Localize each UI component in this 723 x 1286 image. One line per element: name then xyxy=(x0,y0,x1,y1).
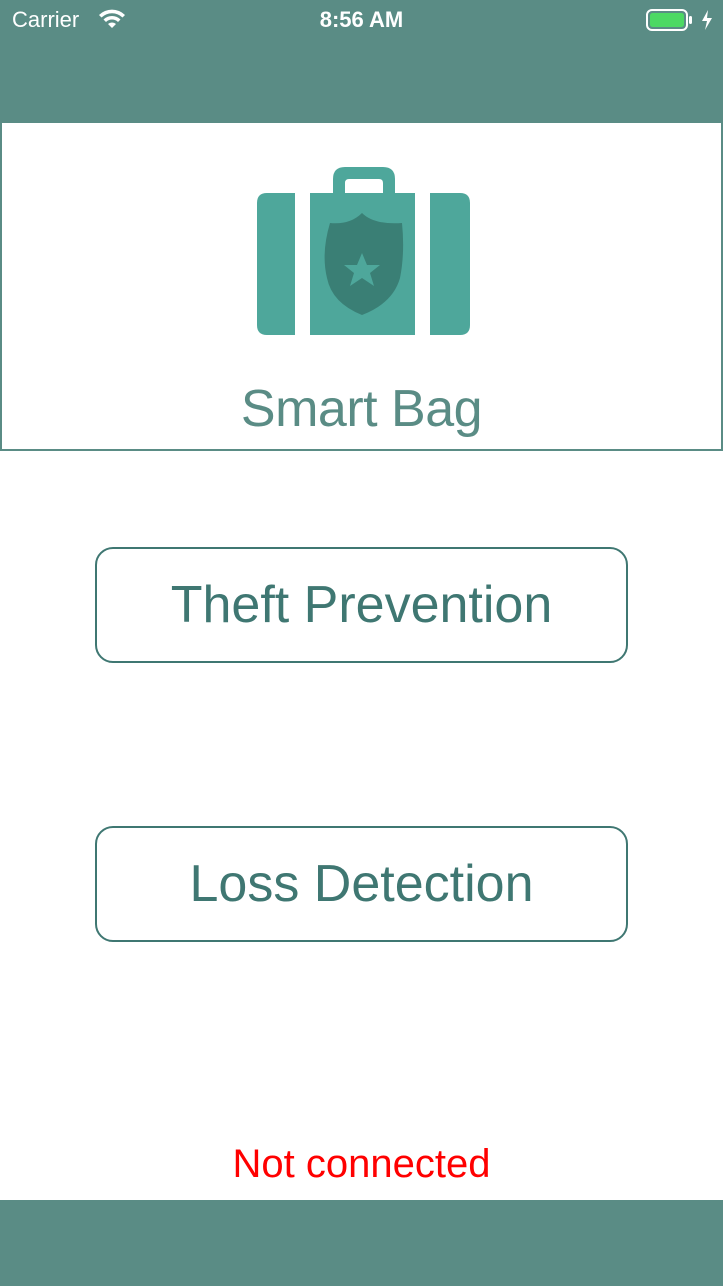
clock: 8:56 AM xyxy=(319,7,404,32)
app-title: Smart Bag xyxy=(240,380,483,438)
header-card: Smart Bag xyxy=(0,123,723,451)
loss-detection-button[interactable]: Loss Detection xyxy=(95,826,628,942)
screen: Carrier 8:56 AM Smart Bag Theft Preventi… xyxy=(0,0,723,1286)
top-bar: Carrier 8:56 AM xyxy=(0,0,723,123)
battery-icon xyxy=(646,9,692,31)
suitcase-shield-icon xyxy=(257,167,470,335)
connection-status: Not connected xyxy=(232,1142,491,1186)
charging-bolt-icon xyxy=(702,10,712,30)
theft-prevention-button[interactable]: Theft Prevention xyxy=(95,547,628,663)
status-bar: Carrier 8:56 AM xyxy=(0,0,723,40)
bottom-bar xyxy=(0,1200,723,1286)
